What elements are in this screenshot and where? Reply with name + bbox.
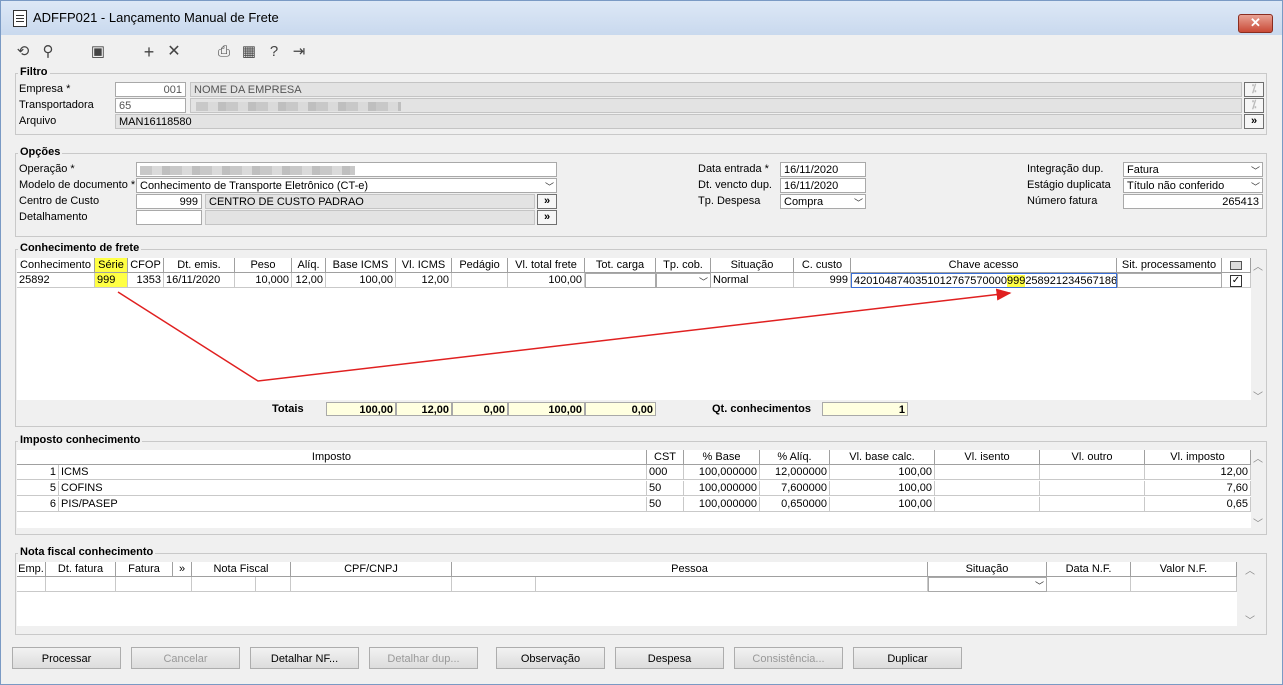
cell-pessoa-code[interactable] (452, 577, 536, 592)
col-situacao[interactable]: Situação (928, 562, 1047, 576)
scroll-down-icon[interactable]: ﹀ (1243, 612, 1257, 627)
cell-vl-isento[interactable] (935, 497, 1040, 512)
cell-vl-base-calc[interactable]: 100,00 (830, 481, 935, 496)
cell-fatura[interactable] (116, 577, 192, 592)
imposto-title: Imposto conhecimento (18, 434, 143, 446)
processar-button[interactable]: Processar (12, 647, 121, 669)
cell-vl-base-calc[interactable]: 100,00 (830, 497, 935, 512)
total-vl-frete: 100,00 (508, 402, 585, 416)
duplicar-button[interactable]: Duplicar (853, 647, 962, 669)
total-base-icms: 100,00 (326, 402, 396, 416)
col-imposto[interactable]: Imposto (17, 450, 647, 464)
qt-conhecimentos-label: Qt. conhecimentos (712, 403, 812, 415)
detalhar-nf-button[interactable]: Detalhar NF... (250, 647, 359, 669)
cell-pct-base[interactable]: 100,000000 (684, 497, 760, 512)
cell-nota-serie[interactable] (256, 577, 291, 592)
cell-vl-imposto[interactable]: 7,60 (1145, 481, 1251, 496)
cell-vl-imposto[interactable]: 12,00 (1145, 465, 1251, 480)
observacao-button[interactable]: Observação (496, 647, 605, 669)
chevron-down-icon: ﹀ (1034, 581, 1044, 591)
arrow-path (117, 288, 1012, 382)
cell-imposto-num[interactable]: 6 (17, 497, 59, 512)
imposto-grid-header: Imposto CST % Base % Alíq. Vl. base calc… (17, 450, 1251, 465)
despesa-button[interactable]: Despesa (615, 647, 724, 669)
cancelar-button[interactable]: Cancelar (131, 647, 240, 669)
col-vl-imposto[interactable]: Vl. imposto (1145, 450, 1251, 464)
cell-cst[interactable]: 50 (647, 497, 684, 512)
cell-imposto-name[interactable]: PIS/PASEP (59, 497, 647, 512)
cell-valor-nf[interactable] (1131, 577, 1237, 592)
imposto-row[interactable]: 1 ICMS 000 100,000000 12,000000 100,00 1… (17, 465, 1251, 481)
scroll-up-icon[interactable]: ︿ (1243, 562, 1257, 577)
cell-dt-fatura[interactable] (46, 577, 116, 592)
cell-situacao-select[interactable]: ﹀ (928, 577, 1047, 592)
col-pct-base[interactable]: % Base (684, 450, 760, 464)
cell-vl-base-calc[interactable]: 100,00 (830, 465, 935, 480)
col-cpf-cnpj[interactable]: CPF/CNPJ (291, 562, 452, 576)
cell-pct-base[interactable]: 100,000000 (684, 465, 760, 480)
detalhar-dup-button[interactable]: Detalhar dup... (369, 647, 478, 669)
nota-title: Nota fiscal conhecimento (18, 546, 156, 558)
col-dt-fatura[interactable]: Dt. fatura (46, 562, 116, 576)
imposto-row[interactable]: 6 PIS/PASEP 50 100,000000 0,650000 100,0… (17, 497, 1251, 513)
col-emp[interactable]: Emp. (17, 562, 46, 576)
cell-imposto-name[interactable]: COFINS (59, 481, 647, 496)
cell-cpf-cnpj[interactable] (291, 577, 452, 592)
cell-imposto-num[interactable]: 1 (17, 465, 59, 480)
cell-pct-aliq[interactable]: 7,600000 (760, 481, 830, 496)
total-tot-carga: 0,00 (585, 402, 656, 416)
col-valor-nf[interactable]: Valor N.F. (1131, 562, 1237, 576)
cell-vl-outro[interactable] (1040, 465, 1145, 480)
scroll-up-icon[interactable]: ︿ (1251, 450, 1265, 465)
col-pct-aliq[interactable]: % Alíq. (760, 450, 830, 464)
cell-vl-isento[interactable] (935, 465, 1040, 480)
col-pessoa[interactable]: Pessoa (452, 562, 928, 576)
cell-pct-aliq[interactable]: 12,000000 (760, 465, 830, 480)
qt-conhecimentos-value: 1 (822, 402, 908, 416)
total-pedagio: 0,00 (452, 402, 508, 416)
consistencia-button[interactable]: Consistência... (734, 647, 843, 669)
cell-nota-fiscal[interactable] (192, 577, 256, 592)
nota-grid-header: Emp. Dt. fatura Fatura » Nota Fiscal CPF… (17, 562, 1237, 577)
col-nota-fiscal[interactable]: Nota Fiscal (192, 562, 291, 576)
imposto-row[interactable]: 5 COFINS 50 100,000000 7,600000 100,00 7… (17, 481, 1251, 497)
totais-label: Totais (272, 403, 304, 415)
cell-cst[interactable]: 000 (647, 465, 684, 480)
cell-imposto-name[interactable]: ICMS (59, 465, 647, 480)
col-vl-outro[interactable]: Vl. outro (1040, 450, 1145, 464)
scroll-down-icon[interactable]: ﹀ (1251, 515, 1265, 530)
col-cst[interactable]: CST (647, 450, 684, 464)
cell-data-nf[interactable] (1047, 577, 1131, 592)
col-data-nf[interactable]: Data N.F. (1047, 562, 1131, 576)
cell-pct-aliq[interactable]: 0,650000 (760, 497, 830, 512)
nota-row[interactable]: ﹀ (17, 577, 1237, 593)
cell-vl-outro[interactable] (1040, 481, 1145, 496)
total-vl-icms: 12,00 (396, 402, 452, 416)
col-vl-base-calc[interactable]: Vl. base calc. (830, 450, 935, 464)
col-expand[interactable]: » (173, 562, 192, 576)
col-fatura[interactable]: Fatura (116, 562, 173, 576)
cell-vl-isento[interactable] (935, 481, 1040, 496)
cell-emp[interactable] (17, 577, 46, 592)
cell-cst[interactable]: 50 (647, 481, 684, 496)
col-vl-isento[interactable]: Vl. isento (935, 450, 1040, 464)
cell-vl-outro[interactable] (1040, 497, 1145, 512)
cell-pessoa-name[interactable] (536, 577, 928, 592)
cell-pct-base[interactable]: 100,000000 (684, 481, 760, 496)
cell-imposto-num[interactable]: 5 (17, 481, 59, 496)
cell-vl-imposto[interactable]: 0,65 (1145, 497, 1251, 512)
